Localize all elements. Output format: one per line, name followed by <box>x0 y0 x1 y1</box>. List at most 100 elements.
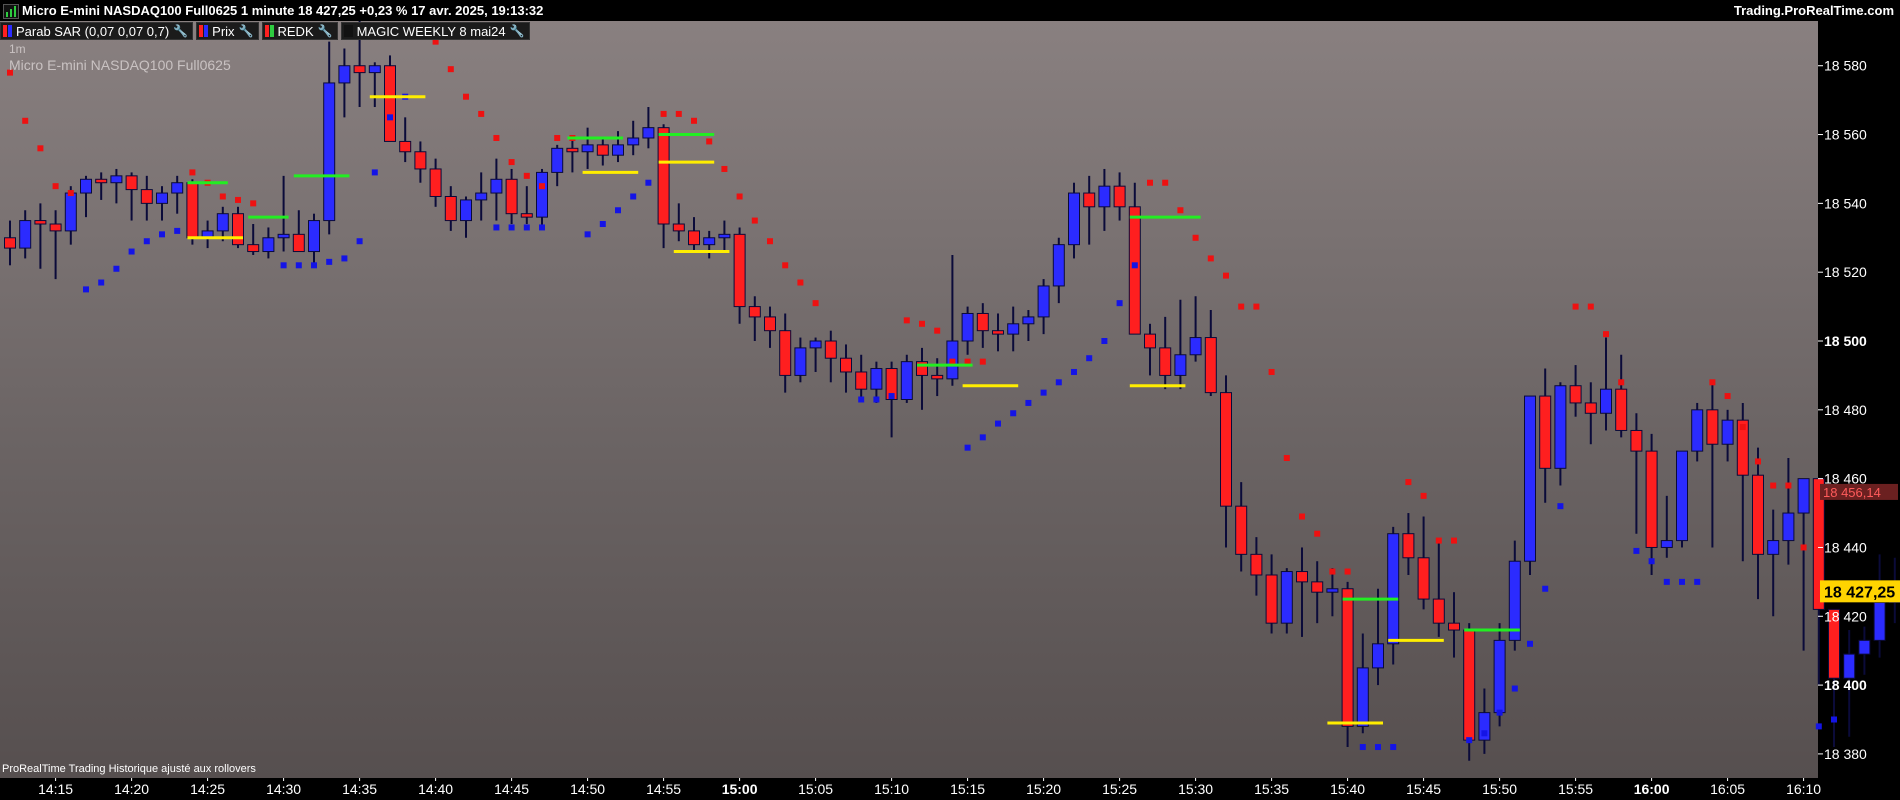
candle-down <box>247 244 260 253</box>
sar-dot-up <box>1131 262 1138 269</box>
candle-down <box>1265 574 1278 624</box>
sar-dot-up <box>1831 716 1837 723</box>
legend-parab-sar[interactable]: Parab SAR (0,07 0,07 0,7) 🔧 <box>0 22 194 40</box>
sar-dot-up <box>174 227 181 234</box>
sar-dot-up <box>1086 355 1093 362</box>
sar-dot-up <box>311 262 317 269</box>
candle-down <box>1615 388 1628 431</box>
sar-dot-up <box>1633 547 1640 554</box>
sar-dot-down <box>539 183 545 190</box>
candle-up <box>1782 512 1795 542</box>
sar-dot-up <box>599 221 606 228</box>
candle-up <box>308 220 320 253</box>
sar-dot-down <box>1207 255 1214 262</box>
sar-dot-down <box>250 200 257 207</box>
sar-dot-down <box>1724 393 1731 400</box>
sar-dot-down <box>797 279 804 286</box>
sar-dot-up <box>858 396 865 403</box>
candle-down <box>855 371 868 390</box>
candle-down <box>840 357 852 373</box>
candle-down <box>1706 409 1719 445</box>
sar-dot-down <box>1603 331 1609 338</box>
sar-dot-down <box>37 145 44 152</box>
sar-dot-down <box>675 110 682 117</box>
candle-down <box>353 65 366 74</box>
sar-dot-down <box>1177 207 1184 214</box>
candle-down <box>764 316 776 332</box>
candle-down <box>1220 392 1232 507</box>
current-price-label: 18 427,25 <box>1824 584 1895 601</box>
candle-down <box>399 140 412 153</box>
x-tick-label: 15:55 <box>1558 781 1593 797</box>
candle-up <box>1554 385 1567 469</box>
candle-up <box>1098 185 1111 208</box>
x-tick-label: 14:15 <box>38 781 73 797</box>
x-tick-label: 14:50 <box>570 781 605 797</box>
candle-up <box>475 192 488 201</box>
candle-up <box>64 192 77 232</box>
legend-prix[interactable]: Prix 🔧 <box>196 22 259 40</box>
candle-up <box>1356 667 1369 727</box>
candle-down <box>95 178 108 184</box>
sar-dot-up <box>1511 685 1518 692</box>
sar-dot-up <box>143 238 150 245</box>
sar-dot-up <box>128 248 135 255</box>
candle-down <box>186 182 199 239</box>
sar-dot-up <box>98 279 105 286</box>
sar-dot-up <box>1527 640 1533 647</box>
candle-up <box>1052 244 1065 287</box>
candle-down <box>748 306 761 318</box>
legend-magic-weekly[interactable]: MAGIC WEEKLY 8 mai24 🔧 <box>340 22 530 40</box>
candle-down <box>292 233 305 253</box>
candle-up <box>1524 395 1536 562</box>
legend-swatch <box>204 25 209 37</box>
candle-up <box>1797 478 1810 514</box>
candle-up <box>1660 540 1673 548</box>
sar-dot-down <box>52 183 59 190</box>
sar-dot-down <box>554 134 561 141</box>
candle-down <box>1235 505 1248 555</box>
sar-dot-up <box>888 393 895 400</box>
sar-dot-up <box>493 224 500 231</box>
candle-up <box>171 182 184 194</box>
sar-dot-down <box>447 66 454 73</box>
wrench-icon[interactable]: 🔧 <box>318 24 333 38</box>
candle-down <box>140 189 153 204</box>
sar-dot-up <box>1010 410 1017 417</box>
legend-redk[interactable]: REDK 🔧 <box>261 22 338 40</box>
candle-up <box>961 312 974 342</box>
legend-swatch <box>3 25 7 37</box>
candle-up <box>718 233 731 239</box>
sar-dot-up <box>1466 737 1473 744</box>
sar-dot-up <box>979 434 986 441</box>
candle-up <box>1280 571 1293 624</box>
wrench-icon[interactable]: 🔧 <box>173 24 188 38</box>
wrench-icon[interactable]: 🔧 <box>510 24 525 38</box>
sar-dot-up <box>615 207 621 214</box>
candle-down <box>1448 622 1460 631</box>
sar-dot-up <box>83 286 89 293</box>
sar-dot-down <box>1147 179 1153 186</box>
candle-up <box>612 144 624 156</box>
candle-down <box>688 230 700 246</box>
candle-up <box>1387 533 1400 645</box>
sar-dot-down <box>903 317 910 324</box>
candle-down <box>4 237 16 249</box>
footnote: ProRealTime Trading Historique ajusté au… <box>2 763 256 775</box>
chart-svg: 18 38018 40018 42018 44018 46018 48018 5… <box>4 21 1900 797</box>
sar-dot-down <box>1344 568 1351 575</box>
sar-dot-down <box>691 117 697 124</box>
x-tick-label: 15:00 <box>722 781 758 797</box>
candle-down <box>1584 402 1597 414</box>
wrench-icon[interactable]: 🔧 <box>239 24 254 38</box>
candle-down <box>596 144 609 156</box>
candle-down <box>49 223 62 232</box>
sar-dot-down <box>22 117 29 124</box>
y-tick-label: 18 440 <box>1824 539 1867 555</box>
x-tick-label: 14:25 <box>190 781 225 797</box>
sar-dot-up <box>630 193 637 200</box>
candle-down <box>1463 629 1476 741</box>
candle-up <box>900 361 913 400</box>
sar-dot-down <box>782 262 789 269</box>
candle-down <box>1752 474 1764 555</box>
